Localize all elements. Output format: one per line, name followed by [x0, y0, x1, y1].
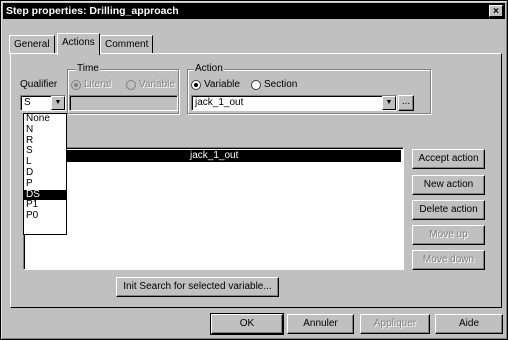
qualifier-label: Qualifier [20, 79, 58, 90]
time-literal-label: Literal [84, 79, 112, 90]
chevron-down-icon[interactable]: ▼ [382, 96, 396, 110]
tab-actions[interactable]: Actions [57, 33, 100, 55]
browse-button[interactable]: ... [398, 95, 414, 111]
time-value-field[interactable] [69, 95, 178, 111]
close-icon[interactable]: × [489, 5, 503, 17]
time-group-label: Time [76, 63, 100, 74]
tab-general[interactable]: General [9, 35, 55, 54]
qualifier-combobox[interactable]: S ▼ [20, 95, 66, 111]
list-item-label: jack_1_out [190, 150, 239, 161]
actions-list[interactable]: jack_1_out [23, 147, 404, 270]
action-section-label: Section [264, 79, 298, 90]
action-variable-combobox[interactable]: jack_1_out ▼ [191, 95, 397, 111]
apply-button[interactable]: Appliquer [360, 314, 430, 334]
list-item[interactable]: N [24, 124, 66, 136]
move-up-button[interactable]: Move up [412, 225, 485, 245]
action-variable-label: Variable [204, 79, 240, 90]
cancel-button[interactable]: Annuler [287, 314, 354, 334]
move-down-button[interactable]: Move down [412, 250, 485, 270]
time-variable-radio[interactable] [126, 80, 136, 90]
help-button[interactable]: Aide [435, 314, 503, 334]
list-item-selected[interactable]: jack_1_out [26, 150, 401, 162]
time-variable-label: Variable [139, 79, 175, 90]
delete-action-button[interactable]: Delete action [412, 200, 485, 220]
time-literal-radio[interactable] [71, 80, 81, 90]
qualifier-value: S [24, 97, 31, 108]
action-group-label: Action [194, 63, 224, 74]
tab-comment[interactable]: Comment [100, 35, 154, 54]
ok-button[interactable]: OK [210, 313, 284, 335]
action-variable-value: jack_1_out [195, 97, 244, 108]
list-item[interactable]: P0 [24, 210, 66, 222]
action-variable-radio[interactable] [191, 80, 201, 90]
accept-action-button[interactable]: Accept action [412, 149, 485, 169]
chevron-down-icon[interactable]: ▼ [51, 96, 65, 110]
action-section-radio[interactable] [251, 80, 261, 90]
step-properties-dialog: Step properties: Drilling_approach × Gen… [0, 0, 508, 340]
title-bar: Step properties: Drilling_approach × [3, 3, 505, 19]
list-item[interactable]: P [24, 178, 66, 190]
init-search-button[interactable]: Init Search for selected variable... [116, 277, 279, 297]
new-action-button[interactable]: New action [412, 175, 485, 195]
qualifier-dropdown-list[interactable]: None N R S L D P DS P1 P0 [23, 113, 67, 235]
window-title: Step properties: Drilling_approach [6, 5, 179, 17]
